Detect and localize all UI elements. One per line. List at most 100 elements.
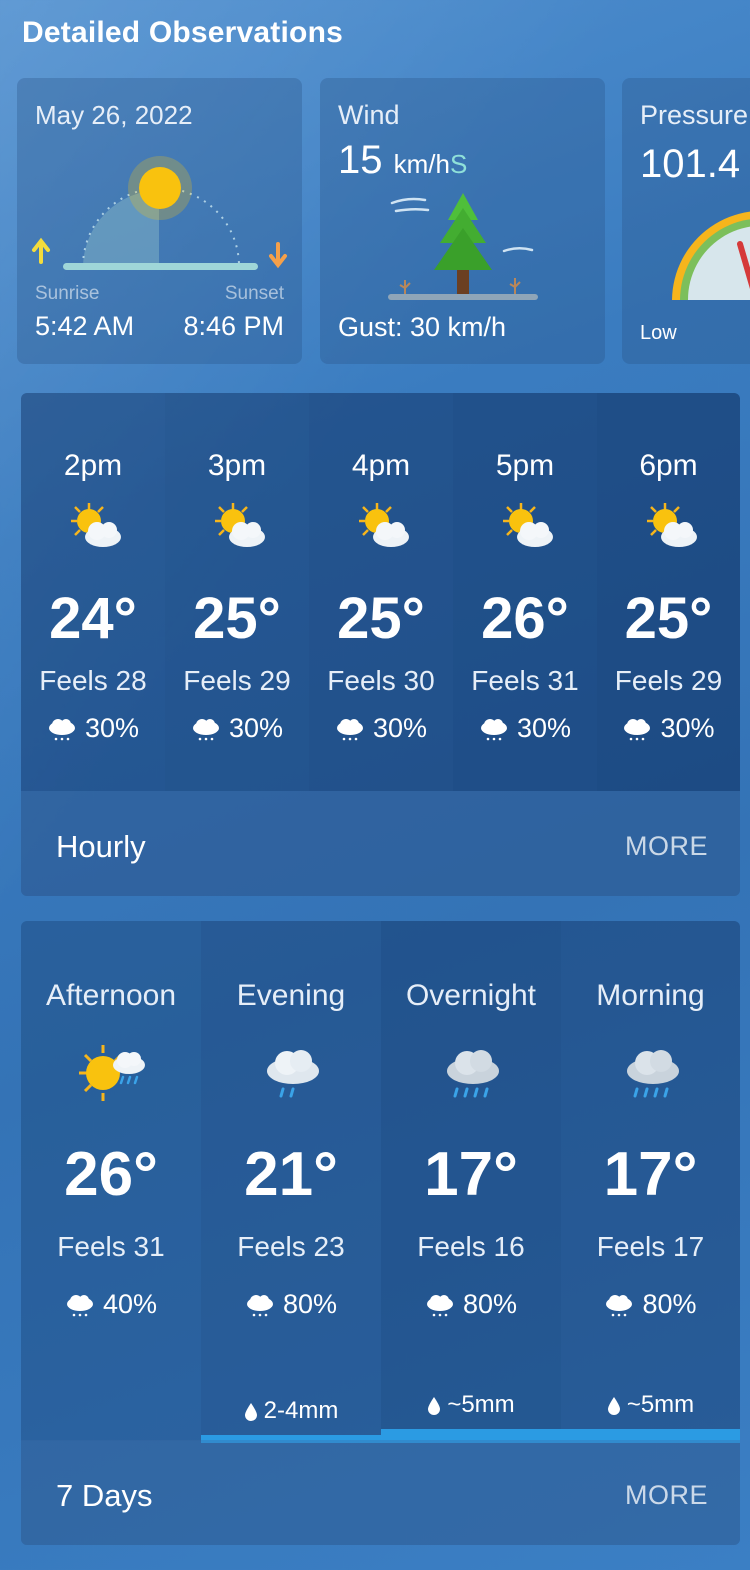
hourly-label: Hourly bbox=[56, 829, 146, 864]
partly-sunny-icon bbox=[647, 503, 697, 547]
daypart-name: Evening bbox=[236, 979, 346, 1012]
daypart-rain-amount-value: ~5mm bbox=[626, 1391, 695, 1418]
daypart-item[interactable]: Afternoon 26° Feels 31 40% bbox=[21, 921, 201, 1441]
hour-item[interactable]: 3pm 25° Feels 29 30% bbox=[165, 393, 309, 791]
daypart-precip-value: 80% bbox=[282, 1289, 338, 1319]
daypart-temperature: 21° bbox=[244, 1140, 338, 1209]
pressure-low-label: Low bbox=[640, 322, 677, 344]
tree-icon bbox=[388, 193, 538, 300]
wind-label: Wind bbox=[338, 100, 400, 130]
raindrop-icon bbox=[244, 1402, 257, 1421]
raindrop-icon bbox=[607, 1396, 620, 1415]
hour-precip-value: 30% bbox=[660, 713, 715, 743]
daypart-name: Morning bbox=[596, 979, 705, 1012]
sunrise-time: 5:42 AM bbox=[35, 311, 135, 341]
daypart-rain-amount: ~5mm bbox=[561, 1391, 740, 1419]
hour-precip-value: 30% bbox=[372, 713, 428, 743]
daypart-precip: 80% bbox=[561, 1289, 740, 1320]
wind-speed-value: 15 bbox=[338, 138, 383, 182]
daypart-precip-value: 40% bbox=[102, 1289, 158, 1319]
rain-icon bbox=[246, 1294, 273, 1317]
daypart-feels-like: Feels 16 bbox=[417, 1231, 525, 1262]
pressure-card[interactable]: Pressure 101.4 Low bbox=[622, 78, 750, 364]
gust-label: Gust: 30 km/h bbox=[338, 312, 507, 342]
section-title: Detailed Observations bbox=[22, 16, 343, 49]
hour-feels-like: Feels 28 bbox=[39, 665, 147, 696]
hourly-more-button[interactable]: MORE bbox=[625, 831, 708, 862]
partly-sunny-icon bbox=[71, 503, 121, 547]
seven-days-label: 7 Days bbox=[56, 1478, 153, 1513]
sunset-time: 8:46 PM bbox=[183, 311, 284, 341]
daypart-name: Overnight bbox=[405, 979, 537, 1012]
sun-showers-icon bbox=[79, 1045, 145, 1101]
wind-card[interactable]: Wind 15 km/hS Gust: 30 km/h bbox=[320, 78, 605, 364]
hour-precip-value: 30% bbox=[516, 713, 572, 743]
rain-icon bbox=[426, 1294, 453, 1317]
daypart-precip: 80% bbox=[381, 1289, 561, 1320]
daypart-item[interactable]: Evening 21° Feels 23 80% 2-4mm bbox=[201, 921, 381, 1443]
hour-item[interactable]: 6pm 25° Feels 29 30% bbox=[597, 393, 740, 791]
hour-feels-like: Feels 30 bbox=[327, 665, 435, 696]
sunset-label: Sunset bbox=[224, 283, 284, 304]
daily-more-button[interactable]: MORE bbox=[625, 1480, 708, 1511]
daypart-precip: 40% bbox=[21, 1289, 201, 1320]
rain-cloud-icon bbox=[627, 1050, 679, 1098]
hour-precip: 30% bbox=[453, 713, 597, 744]
hourly-forecast-panel[interactable]: 2pm 24° Feels 28 30% 3pm 25° Feels 29 30… bbox=[21, 393, 740, 896]
daypart-precip-value: 80% bbox=[642, 1289, 697, 1319]
daypart-precip: 80% bbox=[201, 1289, 381, 1320]
hour-temperature: 25° bbox=[624, 586, 713, 651]
partly-sunny-icon bbox=[215, 503, 265, 547]
hour-temperature: 25° bbox=[337, 586, 425, 651]
hour-item[interactable]: 5pm 26° Feels 31 30% bbox=[453, 393, 597, 791]
partly-sunny-icon bbox=[359, 503, 409, 547]
wind-speed: 15 km/hS bbox=[338, 138, 467, 183]
sun-arc-icon bbox=[32, 156, 287, 270]
rain-icon bbox=[624, 718, 651, 741]
rain-icon bbox=[336, 718, 363, 741]
hour-precip: 30% bbox=[165, 713, 309, 744]
daypart-precip-value: 80% bbox=[462, 1289, 518, 1319]
pressure-label: Pressure bbox=[640, 100, 749, 130]
hour-time: 5pm bbox=[495, 449, 555, 482]
hour-time: 4pm bbox=[351, 449, 411, 482]
hour-temperature: 25° bbox=[193, 586, 281, 651]
daypart-item[interactable]: Overnight 17° Feels 16 80% ~5mm bbox=[381, 921, 561, 1443]
hour-feels-like: Feels 31 bbox=[471, 665, 579, 696]
pressure-gauge-icon bbox=[672, 211, 750, 300]
hour-time: 6pm bbox=[639, 449, 698, 482]
hour-item[interactable]: 2pm 24° Feels 28 30% bbox=[21, 393, 165, 791]
hour-item[interactable]: 4pm 25° Feels 30 30% bbox=[309, 393, 453, 791]
hour-precip: 30% bbox=[309, 713, 453, 744]
pressure-value: 101.4 bbox=[640, 142, 741, 186]
daypart-temperature: 17° bbox=[603, 1140, 698, 1209]
daily-footer: 7 Days MORE bbox=[21, 1440, 740, 1545]
sunrise-label: Sunrise bbox=[35, 283, 100, 304]
hour-precip: 30% bbox=[21, 713, 165, 744]
daypart-forecast-panel[interactable]: Afternoon 26° Feels 31 40% Evening 21° F… bbox=[21, 921, 740, 1545]
daypart-rain-amount-value: ~5mm bbox=[447, 1391, 515, 1418]
rain-cloud-icon bbox=[267, 1050, 319, 1098]
daypart-temperature: 17° bbox=[424, 1140, 518, 1209]
daypart-rain-amount: 2-4mm bbox=[201, 1397, 381, 1425]
hour-precip-value: 30% bbox=[228, 713, 284, 743]
rain-icon bbox=[192, 718, 219, 741]
daypart-feels-like: Feels 17 bbox=[596, 1231, 705, 1262]
hour-time: 3pm bbox=[207, 449, 267, 482]
date-label: May 26, 2022 bbox=[35, 100, 193, 130]
hour-temperature: 24° bbox=[49, 586, 137, 651]
daypart-rain-amount-value: 2-4mm bbox=[263, 1397, 339, 1424]
partly-sunny-icon bbox=[503, 503, 553, 547]
sun-card[interactable]: May 26, 2022 Sunrise Sunset 5:42 AM 8:46… bbox=[17, 78, 302, 364]
rain-icon bbox=[66, 1294, 93, 1317]
daypart-temperature: 26° bbox=[64, 1140, 158, 1209]
hour-precip: 30% bbox=[597, 713, 740, 744]
raindrop-icon bbox=[428, 1396, 441, 1415]
hour-precip-value: 30% bbox=[84, 713, 140, 743]
rain-cloud-icon bbox=[447, 1050, 499, 1098]
hour-feels-like: Feels 29 bbox=[614, 665, 723, 696]
rain-icon bbox=[480, 718, 507, 741]
wind-unit: km/h bbox=[393, 149, 450, 179]
daypart-item[interactable]: Morning 17° Feels 17 80% ~5mm bbox=[561, 921, 740, 1443]
daypart-rain-amount: ~5mm bbox=[381, 1391, 561, 1419]
